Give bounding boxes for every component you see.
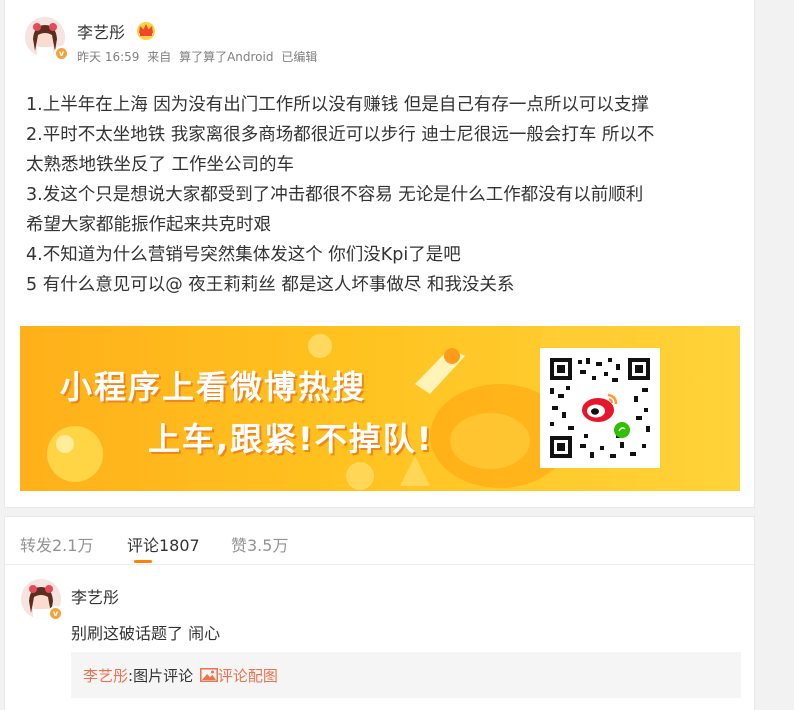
tab-repost[interactable]: 转发2.1万 — [20, 532, 93, 556]
commenter-name[interactable]: 李艺彤 — [71, 584, 119, 608]
post-source[interactable]: 算了算了Android — [179, 50, 273, 64]
verified-badge-icon: v — [54, 46, 69, 61]
post-line: 太熟悉地铁坐反了 工作坐公司的车 — [26, 155, 295, 175]
tab-like[interactable]: 赞3.5万 — [231, 532, 288, 556]
banner-subtitle: 上车,跟紧!不掉队! — [148, 420, 434, 458]
post-time[interactable]: 昨天 16:59 — [77, 50, 139, 64]
tab-comment[interactable]: 评论1807 — [127, 532, 200, 556]
post-line: 希望大家都能振作起来共克时艰 — [26, 215, 271, 235]
image-comment-box: 李艺彤:图片评论 评论配图 — [71, 652, 741, 698]
post-line: 4.不知道为什么营销号突然集体发这个 你们没Kpi了是吧 — [26, 245, 461, 265]
post-content: 1.上半年在上海 因为没有出门工作所以没有赚钱 但是自己有存一点所以可以支撑 2… — [26, 90, 746, 300]
post-edited-label[interactable]: 已编辑 — [281, 50, 317, 64]
divider — [5, 564, 754, 565]
crown-icon — [137, 22, 155, 40]
image-icon — [199, 668, 218, 682]
post-meta: 昨天 16:59 来自 算了算了Android 已编辑 — [77, 48, 321, 65]
mini-program-banner[interactable]: 小程序上看微博热搜 上车,跟紧!不掉队! — [20, 326, 740, 491]
banner-title: 小程序上看微博热搜 — [60, 368, 367, 406]
active-tab-indicator — [134, 560, 152, 563]
comment-image-link[interactable]: 评论配图 — [218, 667, 278, 685]
post-line: 3.发这个只是想说大家都受到了冲击都很不容易 无论是什么工作都没有以前顺利 — [26, 185, 644, 205]
qr-code — [540, 348, 660, 468]
post-line: 5 有什么意见可以@ 夜王莉莉丝 都是这人坏事做尽 和我没关系 — [26, 275, 515, 295]
quote-user-link[interactable]: 李艺彤 — [83, 667, 128, 685]
post-line: 2.平时不太坐地铁 我家离很多商场都很近可以步行 迪士尼很远一般会打车 所以不 — [26, 125, 655, 145]
weibo-post-card: v 李艺彤 昨天 16:59 来自 算了算了Android 已编辑 1.上半年在… — [4, 0, 755, 508]
verified-badge-icon: v — [48, 606, 63, 621]
post-author-name[interactable]: 李艺彤 — [77, 19, 125, 43]
post-source-prefix: 来自 — [147, 50, 172, 64]
post-line: 1.上半年在上海 因为没有出门工作所以没有赚钱 但是自己有存一点所以可以支撑 — [26, 95, 649, 115]
quote-label: :图片评论 — [128, 667, 194, 685]
interaction-panel: 转发2.1万 评论1807 赞3.5万 v 李艺彤 别刷这破话题了 闹心 李艺彤… — [4, 516, 755, 710]
scrollbar[interactable] — [775, 0, 794, 710]
comment-text: 别刷这破话题了 闹心 — [71, 624, 221, 643]
